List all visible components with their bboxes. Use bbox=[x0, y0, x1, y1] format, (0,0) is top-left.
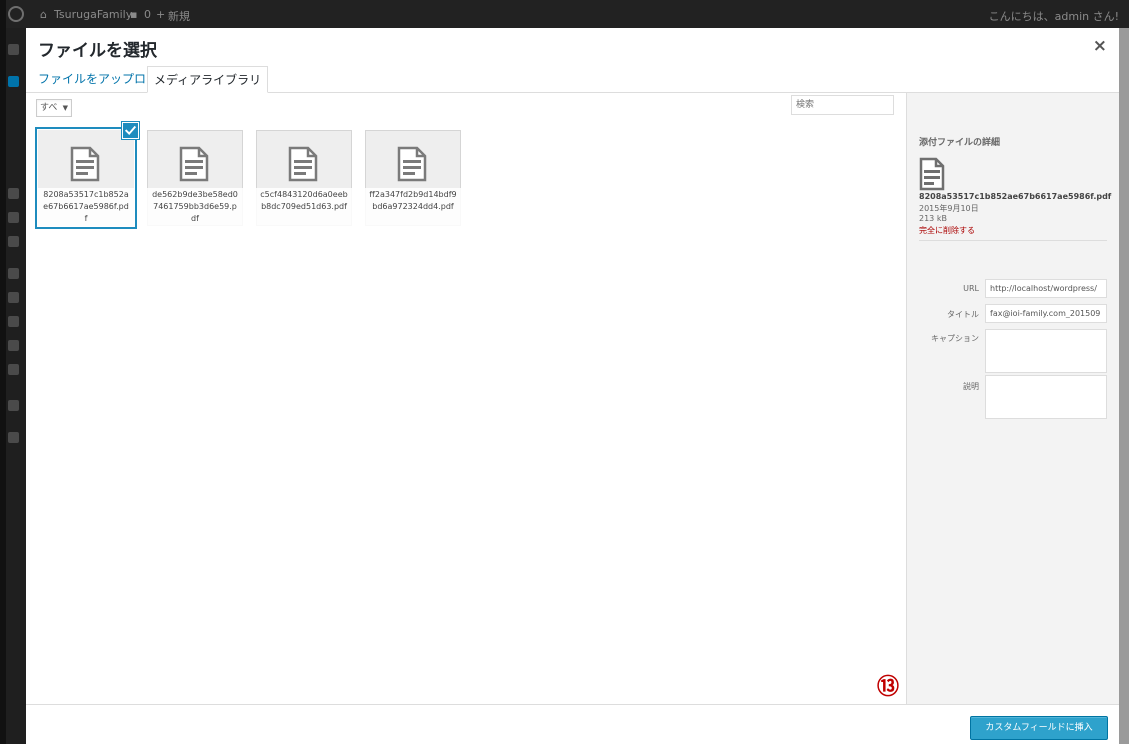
modal-title: ファイルを選択 bbox=[38, 41, 157, 61]
document-icon bbox=[179, 146, 209, 182]
document-icon bbox=[288, 146, 318, 182]
description-textarea[interactable] bbox=[985, 375, 1107, 419]
media-modal: ファイルを選択 × ファイルをアップロード メディアライブラリ すべ ▼ 820… bbox=[26, 28, 1119, 744]
description-label: 説明 bbox=[963, 382, 979, 391]
attachment-thumb[interactable]: c5cf4843120d6a0eebb8dc709ed51d63.pdf bbox=[256, 130, 352, 226]
details-heading: 添付ファイルの詳細 bbox=[919, 138, 1001, 148]
posts-icon[interactable] bbox=[8, 76, 19, 87]
tools-icon[interactable] bbox=[8, 340, 19, 351]
insert-into-custom-field-button[interactable]: カスタムフィールドに挿入 bbox=[970, 716, 1108, 740]
window-edge bbox=[0, 0, 6, 744]
attachment-details-sidebar: 添付ファイルの詳細 8208a53517c1b852ae67b6617ae598… bbox=[906, 93, 1119, 704]
media-filter-select[interactable]: すべ ▼ bbox=[36, 99, 72, 117]
site-name[interactable]: TsurugaFamily bbox=[54, 8, 132, 21]
title-field[interactable] bbox=[985, 304, 1107, 323]
filter-value: すべ bbox=[40, 103, 58, 113]
media-icon[interactable] bbox=[8, 188, 19, 199]
attachment-filename: ff2a347fd2b9d14bdf9bd6a972324dd4.pdf bbox=[365, 188, 461, 226]
pages-icon[interactable] bbox=[8, 212, 19, 223]
details-filename: 8208a53517c1b852ae67b6617ae5986f.pdf bbox=[919, 192, 1112, 201]
modal-tabs: ファイルをアップロード メディアライブラリ bbox=[26, 66, 1119, 93]
attachment-thumb[interactable]: ff2a347fd2b9d14bdf9bd6a972324dd4.pdf bbox=[365, 130, 461, 226]
delete-permanently-link[interactable]: 完全に削除する bbox=[919, 225, 975, 236]
plus-icon: + bbox=[156, 8, 166, 21]
comments-icon[interactable] bbox=[8, 236, 19, 247]
details-date: 2015年9月10日 bbox=[919, 204, 979, 213]
home-icon: ⌂ bbox=[40, 8, 47, 21]
search-input[interactable] bbox=[791, 95, 894, 115]
wordpress-logo-icon[interactable] bbox=[8, 6, 24, 22]
caption-label: キャプション bbox=[931, 334, 979, 343]
comment-count[interactable]: 0 bbox=[144, 8, 151, 21]
admin-bar: ⌂ TsurugaFamily ▪ 0 + 新規 こんにちは、admin さん! bbox=[0, 0, 1129, 28]
caption-textarea[interactable] bbox=[985, 329, 1107, 373]
url-label: URL bbox=[963, 284, 979, 293]
greeting[interactable]: こんにちは、admin さん! bbox=[989, 8, 1119, 24]
plugins-icon[interactable] bbox=[8, 292, 19, 303]
step-annotation: ⑬ bbox=[877, 674, 900, 700]
attachment-thumb[interactable]: de562b9de3be58ed07461759bb3d6e59.pdf bbox=[147, 130, 243, 226]
collapse-icon[interactable] bbox=[8, 432, 19, 443]
check-icon[interactable] bbox=[122, 122, 139, 139]
comment-icon: ▪ bbox=[130, 8, 138, 21]
attachment-thumb[interactable]: 8208a53517c1b852ae67b6617ae5986f.pdf bbox=[38, 130, 134, 226]
new-link[interactable]: 新規 bbox=[168, 8, 190, 24]
attachments-browser: すべ ▼ 8208a53517c1b852ae67b6617ae5986f.pd… bbox=[26, 93, 906, 704]
dashboard-icon[interactable] bbox=[8, 44, 19, 55]
modal-toolbar: カスタムフィールドに挿入 bbox=[26, 704, 1119, 744]
document-icon bbox=[397, 146, 427, 182]
tab-media-library[interactable]: メディアライブラリ bbox=[147, 66, 269, 93]
gear-icon[interactable] bbox=[8, 400, 19, 411]
users-icon[interactable] bbox=[8, 316, 19, 327]
settings-icon[interactable] bbox=[8, 364, 19, 375]
appearance-icon[interactable] bbox=[8, 268, 19, 279]
details-size: 213 kB bbox=[919, 214, 947, 223]
attachment-filename: 8208a53517c1b852ae67b6617ae5986f.pdf bbox=[38, 188, 134, 226]
document-icon bbox=[70, 146, 100, 182]
chevron-down-icon: ▼ bbox=[62, 104, 68, 112]
attachment-filename: c5cf4843120d6a0eebb8dc709ed51d63.pdf bbox=[256, 188, 352, 226]
document-icon bbox=[919, 157, 945, 191]
attachment-filename: de562b9de3be58ed07461759bb3d6e59.pdf bbox=[147, 188, 243, 226]
close-icon[interactable]: × bbox=[1093, 36, 1107, 56]
divider bbox=[919, 240, 1107, 241]
url-field[interactable] bbox=[985, 279, 1107, 298]
title-label: タイトル bbox=[947, 310, 979, 319]
